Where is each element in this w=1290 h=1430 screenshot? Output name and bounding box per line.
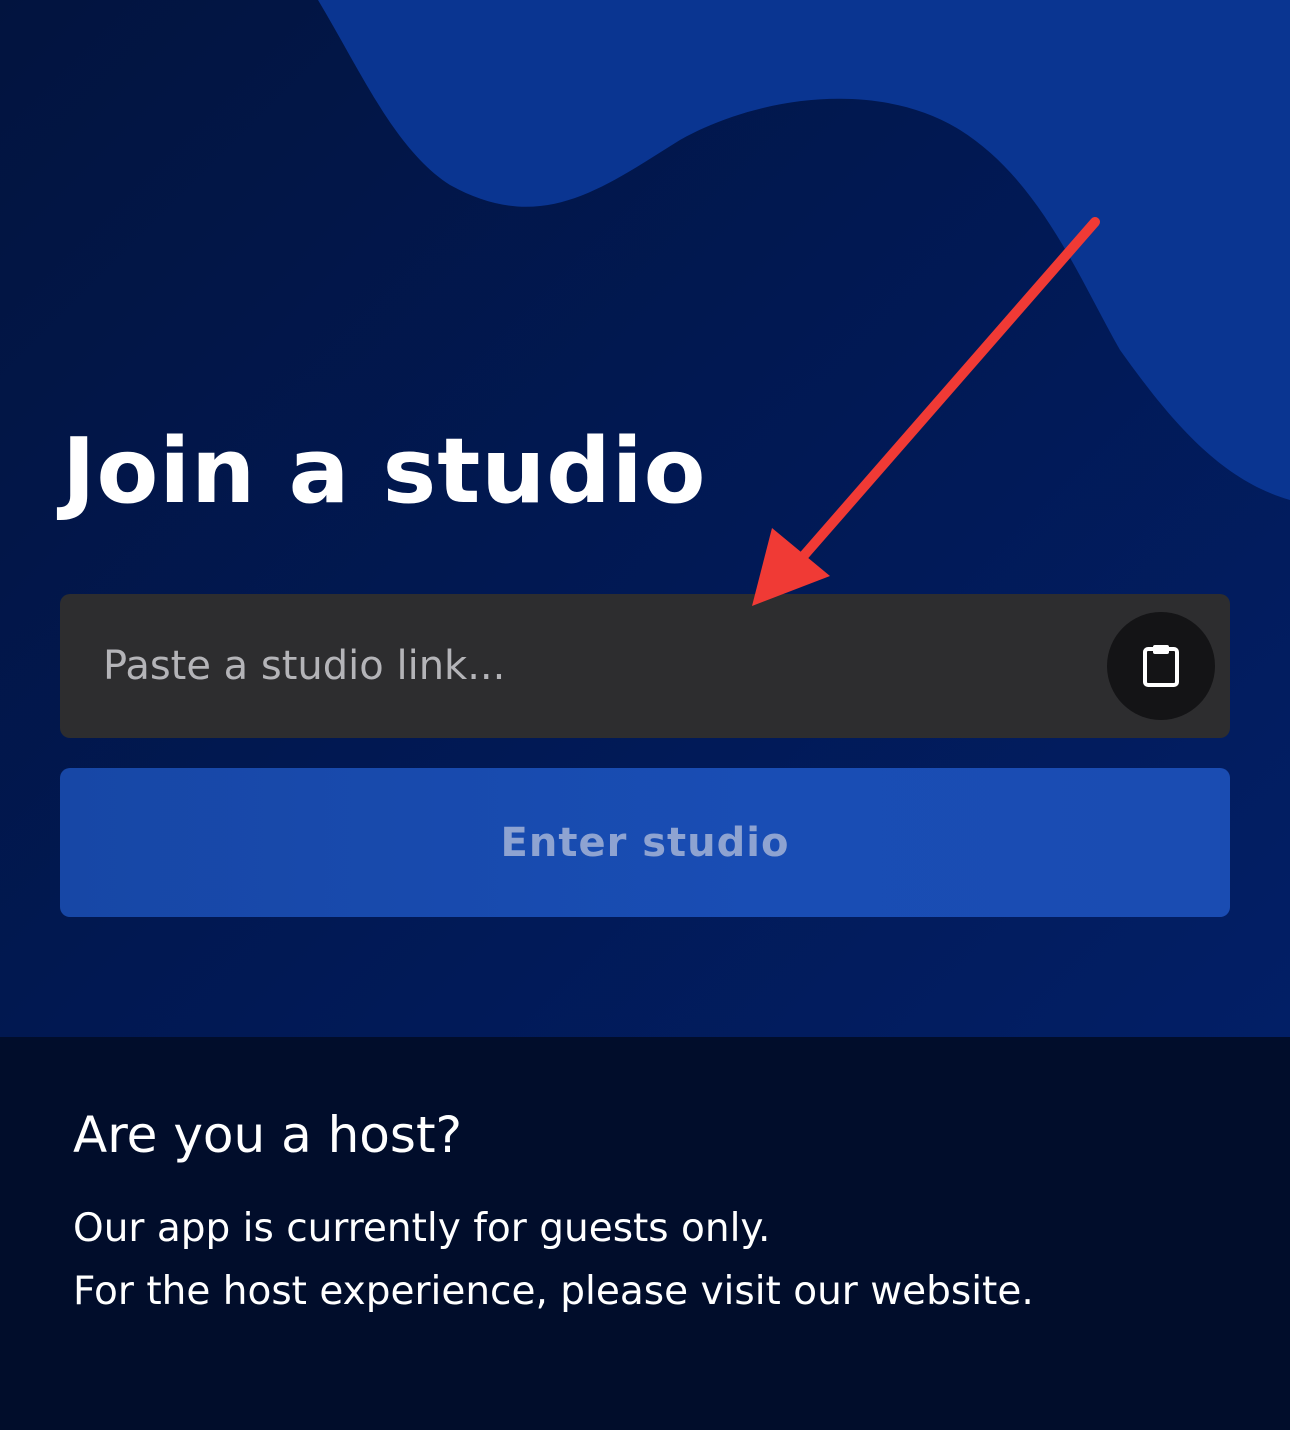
host-heading: Are you a host? [73,1106,463,1164]
studio-link-field [60,594,1230,738]
page-title: Join a studio [62,419,707,524]
host-info-line-2: For the host experience, please visit ou… [73,1269,1034,1314]
studio-link-input[interactable] [60,594,1100,738]
clipboard-icon [1143,645,1179,687]
paste-clipboard-button[interactable] [1107,612,1215,720]
host-info-line-1: Our app is currently for guests only. [73,1206,771,1251]
enter-studio-button[interactable]: Enter studio [60,768,1230,917]
